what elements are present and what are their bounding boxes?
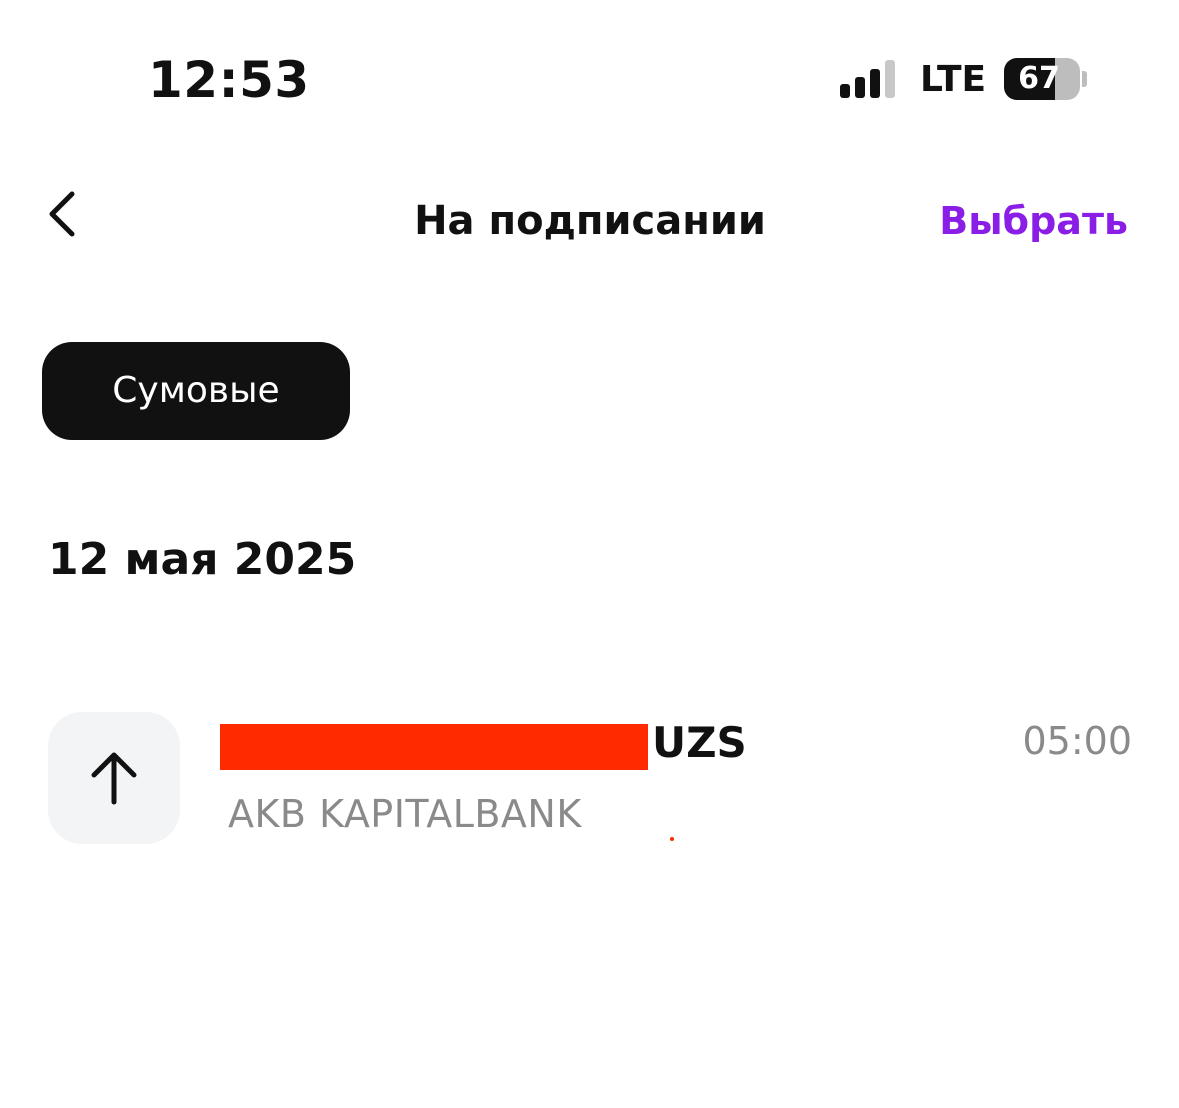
transaction-bank: AKB KAPITALBANK <box>228 792 582 836</box>
redacted-amount <box>220 724 648 770</box>
signal-bar <box>840 84 850 98</box>
status-time: 12:53 <box>148 51 310 109</box>
select-button[interactable]: Выбрать <box>939 196 1128 246</box>
transaction-icon-tile <box>48 712 180 844</box>
signal-bar <box>870 69 880 98</box>
filter-chip-sum[interactable]: Сумовые <box>42 342 350 440</box>
signal-bar <box>885 60 895 98</box>
redaction-speck <box>670 837 674 841</box>
signal-bar <box>855 77 865 98</box>
network-type: LTE <box>920 59 987 100</box>
transaction-currency: UZS <box>652 718 747 767</box>
transaction-row[interactable]: UZS AKB KAPITALBANK 05:00 <box>48 712 1132 846</box>
transaction-time: 05:00 <box>1022 719 1132 763</box>
battery-tip <box>1082 71 1087 87</box>
section-date-header: 12 мая 2025 <box>48 534 357 585</box>
chevron-left-icon <box>49 191 75 237</box>
battery-level: 67 <box>1018 61 1060 96</box>
battery-icon: 67 <box>1004 58 1080 100</box>
arrow-up-icon <box>91 752 137 805</box>
back-button[interactable] <box>40 188 90 240</box>
cellular-signal-icon <box>840 60 896 98</box>
transaction-amount: UZS <box>220 716 747 776</box>
page-title: На подписании <box>414 198 766 244</box>
